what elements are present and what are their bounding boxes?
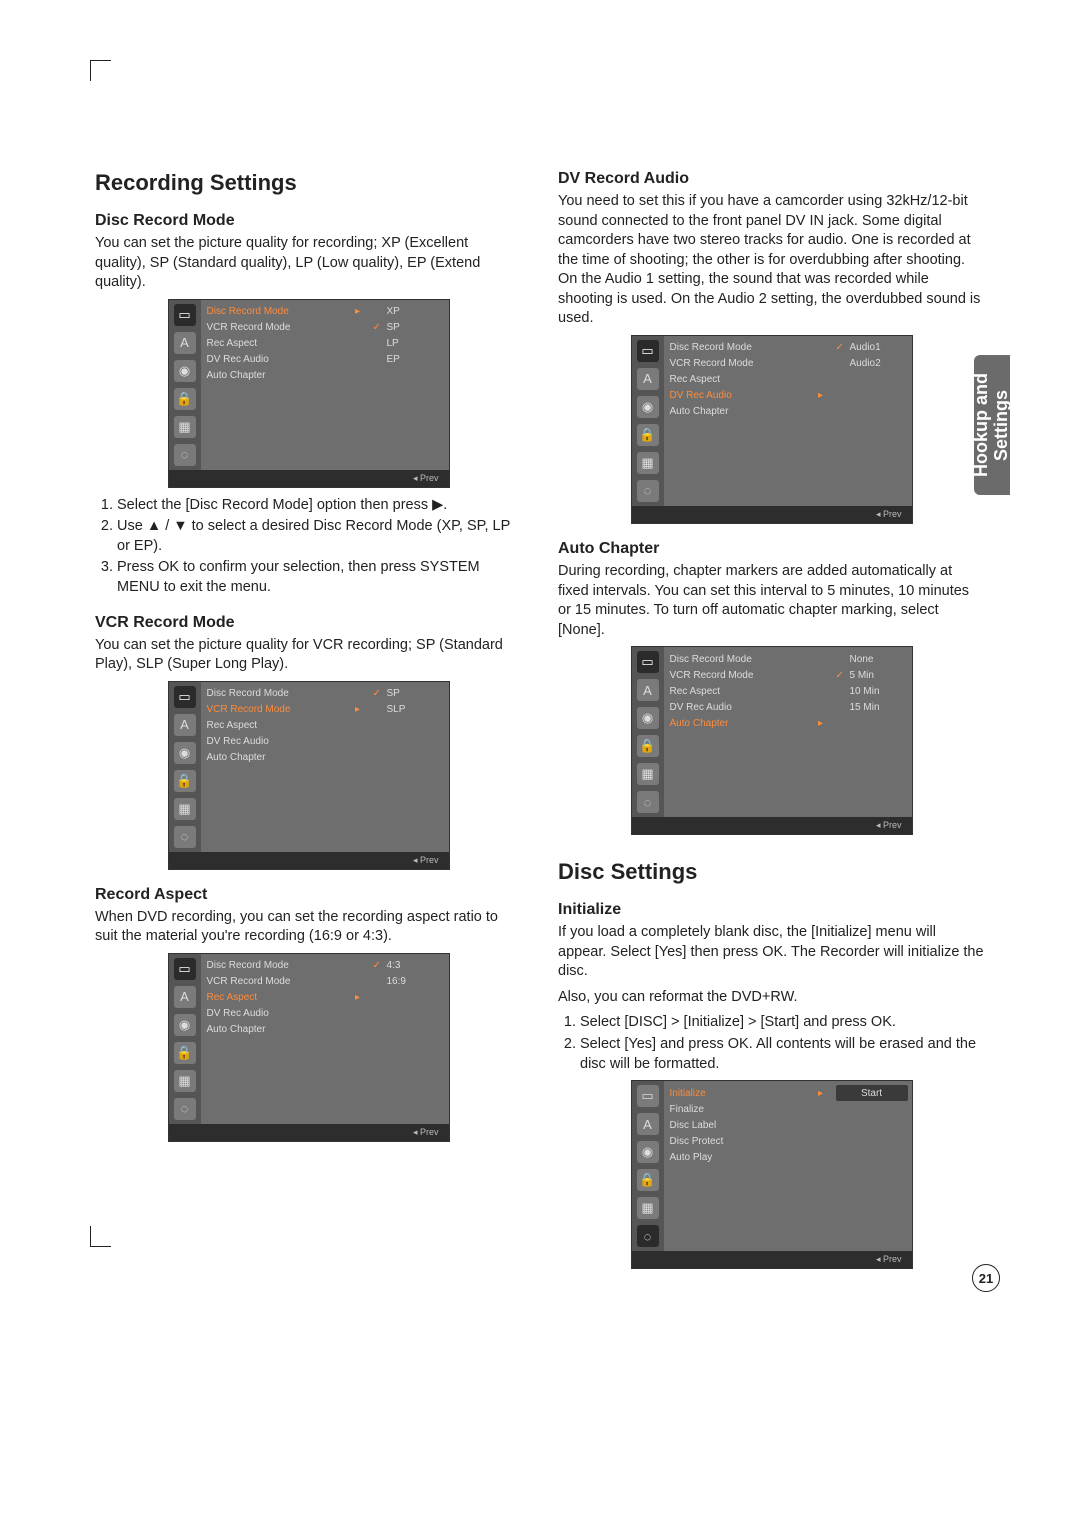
heading-initialize: Initialize xyxy=(558,901,985,919)
osd-footer: ◂ Prev xyxy=(169,1124,449,1141)
osd-screenshot-record-aspect: ▭ A ◉ 🔒 ▦ ◌ Disc Record Mode VCR Record … xyxy=(168,953,450,1142)
heading-disc-settings: Disc Settings xyxy=(558,859,985,885)
manual-page: Hookup and Settings Recording Settings D… xyxy=(0,0,1080,1337)
para: Also, you can reformat the DVD+RW. xyxy=(558,988,985,1008)
osd-screenshot-dv-rec-audio: ▭ A ◉ 🔒 ▦ ◌ Disc Record Mode VCR Record … xyxy=(631,335,913,524)
osd-footer: ◂ Prev xyxy=(632,1251,912,1268)
lock-icon: 🔒 xyxy=(637,1169,659,1191)
tv-icon: ▭ xyxy=(637,1085,659,1107)
osd-footer: ◂ Prev xyxy=(169,852,449,869)
lock-icon: 🔒 xyxy=(174,388,196,410)
page-number: 21 xyxy=(972,1264,1000,1292)
para: You can set the picture quality for reco… xyxy=(95,234,522,293)
steps-initialize: Select [DISC] > [Initialize] > [Start] a… xyxy=(558,1013,985,1074)
heading-auto-chapter: Auto Chapter xyxy=(558,540,985,558)
record-icon: ▦ xyxy=(174,1070,196,1092)
step: Press OK to confirm your selection, then… xyxy=(117,558,522,597)
step: Select the [Disc Record Mode] option the… xyxy=(117,496,522,516)
tv-icon: ▭ xyxy=(637,651,659,673)
language-icon: A xyxy=(637,368,659,390)
osd-footer: ◂ Prev xyxy=(169,470,449,487)
disc-icon: ◌ xyxy=(174,826,196,848)
right-column: DV Record Audio You need to set this if … xyxy=(558,170,985,1277)
lock-icon: 🔒 xyxy=(637,424,659,446)
chevron-right-icon: ▸ xyxy=(816,1088,826,1099)
language-icon: A xyxy=(637,679,659,701)
language-icon: A xyxy=(174,986,196,1008)
para: You need to set this if you have a camco… xyxy=(558,192,985,329)
heading-disc-record-mode: Disc Record Mode xyxy=(95,212,522,230)
record-icon: ▦ xyxy=(637,1197,659,1219)
lock-icon: 🔒 xyxy=(174,770,196,792)
para: When DVD recording, you can set the reco… xyxy=(95,908,522,947)
audio-icon: ◉ xyxy=(637,396,659,418)
tv-icon: ▭ xyxy=(174,958,196,980)
disc-icon: ◌ xyxy=(174,1098,196,1120)
audio-icon: ◉ xyxy=(174,1014,196,1036)
audio-icon: ◉ xyxy=(637,707,659,729)
check-icon: ✓ xyxy=(836,670,846,681)
heading-recording-settings: Recording Settings xyxy=(95,170,522,196)
lock-icon: 🔒 xyxy=(637,735,659,757)
osd-screenshot-vcr-record-mode: ▭ A ◉ 🔒 ▦ ◌ Disc Record Mode VCR Record … xyxy=(168,681,450,870)
osd-screenshot-initialize: ▭ A ◉ 🔒 ▦ ◌ Initialize▸ Finalize Disc La… xyxy=(631,1080,913,1269)
para: You can set the picture quality for VCR … xyxy=(95,636,522,675)
tv-icon: ▭ xyxy=(174,304,196,326)
heading-record-aspect: Record Aspect xyxy=(95,886,522,904)
chevron-right-icon: ▸ xyxy=(816,718,826,729)
check-icon: ✓ xyxy=(373,960,383,971)
lock-icon: 🔒 xyxy=(174,1042,196,1064)
osd-footer: ◂ Prev xyxy=(632,506,912,523)
section-tab-label: Hookup and Settings xyxy=(972,373,1012,477)
osd-screenshot-disc-record-mode: ▭ A ◉ 🔒 ▦ ◌ Disc Record Mode▸ VCR Record… xyxy=(168,299,450,488)
tv-icon: ▭ xyxy=(637,340,659,362)
heading-vcr-record-mode: VCR Record Mode xyxy=(95,614,522,632)
check-icon: ✓ xyxy=(836,342,846,353)
disc-icon: ◌ xyxy=(174,444,196,466)
osd-footer: ◂ Prev xyxy=(632,817,912,834)
record-icon: ▦ xyxy=(174,416,196,438)
record-icon: ▦ xyxy=(174,798,196,820)
chevron-right-icon: ▸ xyxy=(353,306,363,317)
crop-mark-icon xyxy=(90,1226,111,1247)
check-icon: ✓ xyxy=(373,688,383,699)
step: Select [DISC] > [Initialize] > [Start] a… xyxy=(580,1013,985,1033)
record-icon: ▦ xyxy=(637,452,659,474)
disc-icon: ◌ xyxy=(637,480,659,502)
audio-icon: ◉ xyxy=(174,360,196,382)
disc-icon: ◌ xyxy=(637,1225,659,1247)
language-icon: A xyxy=(174,714,196,736)
section-tab: Hookup and Settings xyxy=(974,355,1010,495)
check-icon: ✓ xyxy=(373,322,383,333)
osd-screenshot-auto-chapter: ▭ A ◉ 🔒 ▦ ◌ Disc Record Mode VCR Record … xyxy=(631,646,913,835)
crop-mark-icon xyxy=(90,60,111,81)
chevron-right-icon: ▸ xyxy=(353,992,363,1003)
audio-icon: ◉ xyxy=(637,1141,659,1163)
para: If you load a completely blank disc, the… xyxy=(558,923,985,982)
step: Select [Yes] and press OK. All contents … xyxy=(580,1035,985,1074)
language-icon: A xyxy=(174,332,196,354)
audio-icon: ◉ xyxy=(174,742,196,764)
heading-dv-record-audio: DV Record Audio xyxy=(558,170,985,188)
left-column: Recording Settings Disc Record Mode You … xyxy=(95,170,522,1277)
chevron-right-icon: ▸ xyxy=(816,390,826,401)
step: Use ▲ / ▼ to select a desired Disc Recor… xyxy=(117,517,522,556)
record-icon: ▦ xyxy=(637,763,659,785)
disc-icon: ◌ xyxy=(637,791,659,813)
chevron-right-icon: ▸ xyxy=(353,704,363,715)
steps-disc-record-mode: Select the [Disc Record Mode] option the… xyxy=(95,496,522,598)
para: During recording, chapter markers are ad… xyxy=(558,562,985,640)
language-icon: A xyxy=(637,1113,659,1135)
tv-icon: ▭ xyxy=(174,686,196,708)
